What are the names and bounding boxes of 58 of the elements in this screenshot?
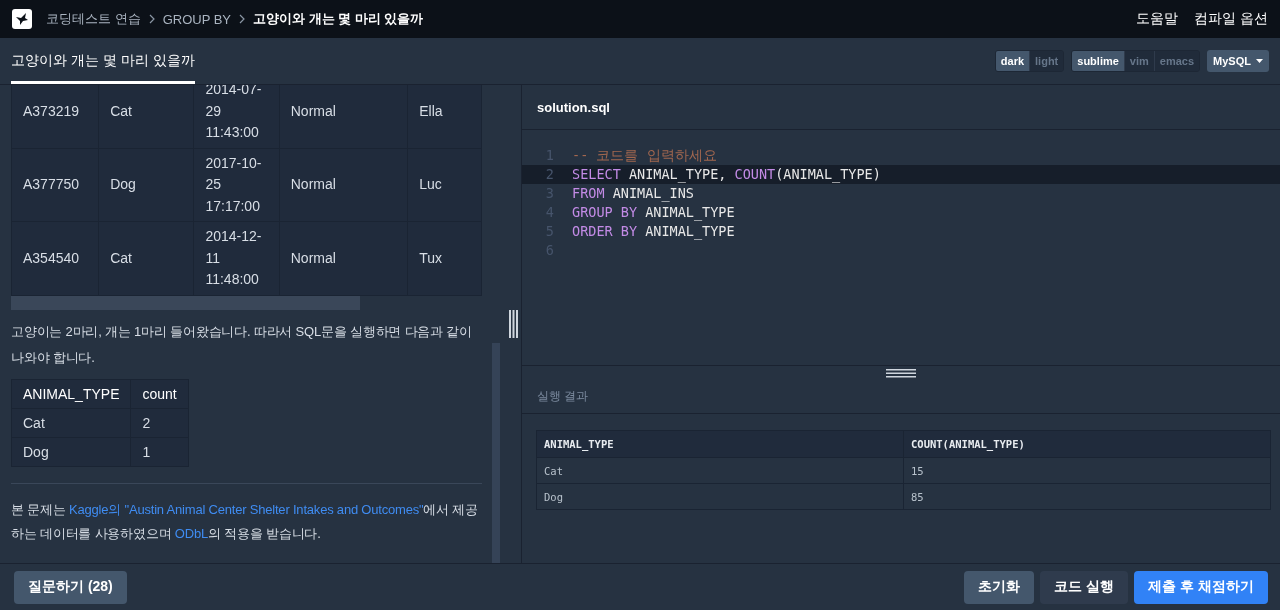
table-cell: Cat: [98, 221, 194, 295]
chevron-icon: [147, 14, 156, 24]
nav-link[interactable]: 도움말: [1136, 10, 1179, 28]
table-cell: 2014-07-29 11:43:00: [193, 85, 280, 148]
code-line: ORDER BY ANIMAL_TYPE: [572, 222, 735, 241]
code-line: -- 코드를 입력하세요: [572, 146, 717, 165]
table-cell: A373219: [11, 85, 99, 148]
theme-option[interactable]: dark: [995, 51, 1030, 71]
source-text: 본 문제는 Kaggle의 "Austin Animal Center Shelter Intakes and Outcomes"에서 제공하는 데이터를 사용하였으며 ODbL의 적용을 받습니다.: [11, 500, 480, 543]
language-dropdown[interactable]: MySQL: [1207, 50, 1269, 72]
line-number: 2: [544, 165, 554, 184]
table-cell: Normal: [279, 221, 408, 295]
table-cell: Cat: [11, 408, 131, 437]
breadcrumb-link[interactable]: GROUP BY: [162, 11, 231, 27]
description-text: 고양이는 2마리, 개는 1마리 들어왔습니다. 따라서 SQL문을 실행하면 다음과 같이 나와야 합니다.: [11, 322, 473, 367]
table-cell: Normal: [279, 148, 408, 222]
code-line: SELECT ANIMAL_TYPE, COUNT(ANIMAL_TYPE): [572, 165, 881, 184]
table-cell: A377750: [11, 148, 99, 222]
scrollbar-thumb[interactable]: [492, 343, 500, 563]
nav-link[interactable]: 컴파일 옵션: [1194, 10, 1268, 28]
code-line: GROUP BY ANIMAL_TYPE: [572, 203, 735, 222]
table-cell: Dog: [536, 483, 904, 510]
table-cell: 2017-10-25 17:17:00: [193, 148, 280, 222]
action-button[interactable]: 제출 후 채점하기: [1134, 570, 1268, 604]
table-cell: 15: [903, 457, 1271, 484]
chevron-icon: [238, 14, 246, 24]
logo-icon[interactable]: [12, 9, 32, 29]
table-cell: 85: [903, 483, 1271, 510]
table-cell: 2: [131, 408, 189, 437]
source-link[interactable]: ODbL: [174, 525, 208, 541]
table-cell: Dog: [11, 437, 131, 466]
keymap-option[interactable]: sublime: [1072, 51, 1124, 71]
breadcrumb-link[interactable]: 고양이와 개는 몇 마리 있을까: [253, 10, 424, 28]
table-cell: Cat: [98, 85, 194, 148]
column-header: COUNT(ANIMAL_TYPE): [903, 430, 1271, 458]
table-cell: Dog: [98, 148, 194, 222]
action-button[interactable]: 초기화: [964, 570, 1035, 604]
column-header: ANIMAL_TYPE: [11, 379, 131, 408]
file-name: solution.sql: [522, 85, 1280, 130]
table-cell: Tux: [407, 221, 482, 295]
table-cell: Ella: [407, 85, 482, 148]
table-cell: Normal: [279, 85, 408, 148]
caret-icon: [1256, 59, 1263, 63]
column-header: ANIMAL_TYPE: [536, 430, 904, 458]
column-header: count: [131, 379, 189, 408]
table-cell: 1: [131, 437, 189, 466]
resize-handle-icon[interactable]: [509, 310, 518, 338]
question-button[interactable]: 질문하기 (28): [14, 570, 127, 604]
code-line: FROM ANIMAL_INS: [572, 184, 694, 203]
source-link[interactable]: Kaggle의 "Austin Animal Center Shelter Intakes and Outcomes": [69, 501, 424, 517]
table-cell: A354540: [11, 221, 99, 295]
breadcrumb-link[interactable]: 코딩테스트 연습: [46, 10, 141, 28]
resize-handle-icon[interactable]: [886, 369, 916, 378]
table-cell: Luc: [407, 148, 482, 222]
action-button[interactable]: 코드 실행: [1040, 570, 1129, 604]
result-title: 실행 결과: [522, 379, 1280, 414]
table-cell: Cat: [536, 457, 904, 484]
table-cell: 2014-12-11 11:48:00: [193, 221, 280, 295]
